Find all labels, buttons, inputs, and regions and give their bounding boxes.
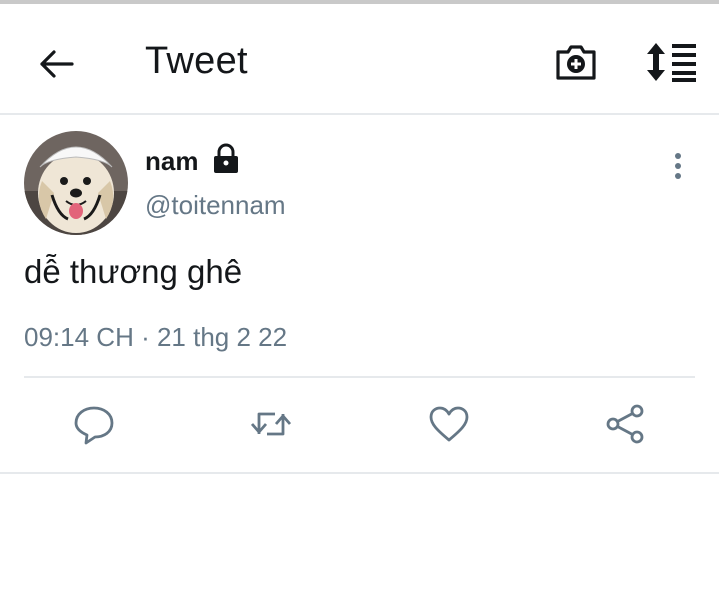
lock-icon [210, 142, 242, 174]
page-title: Tweet [145, 40, 248, 82]
like-icon[interactable] [427, 402, 471, 446]
author-handle[interactable]: @toitennam [145, 190, 286, 221]
avatar[interactable] [24, 131, 128, 235]
sort-icon[interactable] [645, 38, 701, 86]
reply-icon[interactable] [72, 402, 116, 446]
app-header: Tweet [0, 4, 719, 115]
more-options-icon[interactable] [666, 150, 690, 182]
camera-plus-icon[interactable] [552, 38, 600, 86]
divider [24, 376, 695, 378]
share-icon[interactable] [604, 402, 648, 446]
back-arrow-icon[interactable] [32, 40, 80, 88]
retweet-icon[interactable] [249, 402, 293, 446]
author-name[interactable]: nam [145, 146, 198, 177]
divider [0, 472, 719, 474]
tweet-timestamp[interactable]: 09:14 CH · 21 thg 2 22 [24, 322, 287, 353]
tweet-text: dễ thương ghê [24, 253, 243, 290]
